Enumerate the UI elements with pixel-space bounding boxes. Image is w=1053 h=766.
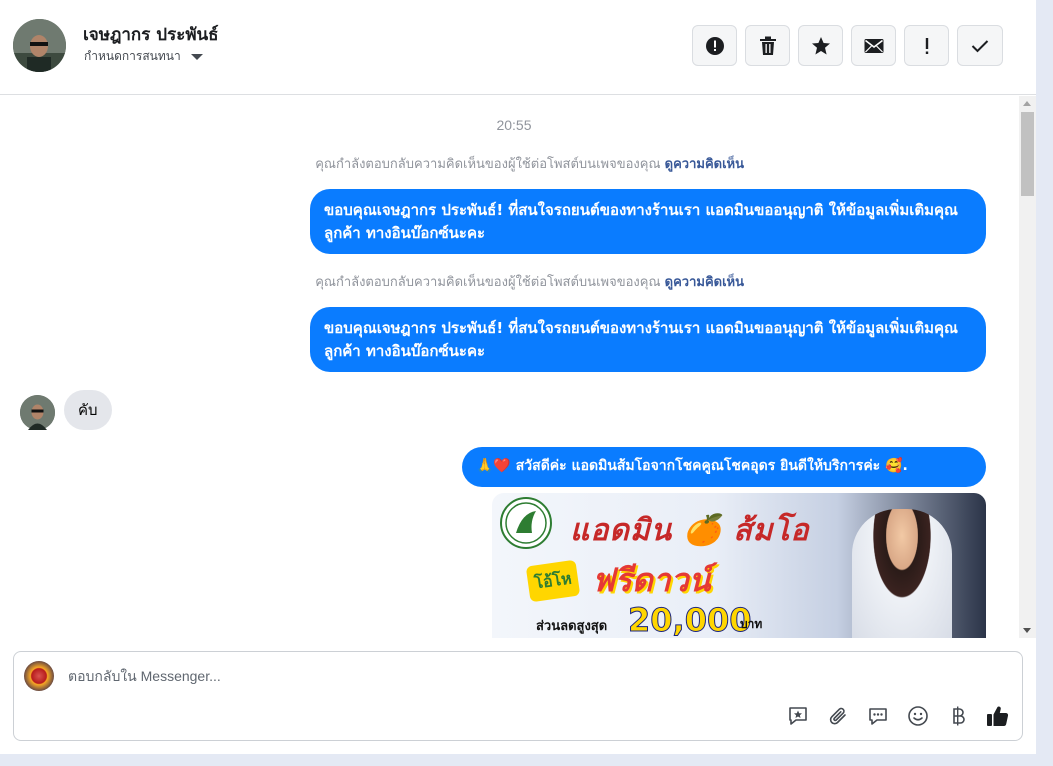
payment-button[interactable] [945, 703, 970, 728]
mark-unread-button[interactable] [851, 25, 896, 66]
promo-amount: 20,000 [627, 601, 752, 639]
attachment-icon [829, 707, 846, 724]
baht-icon [952, 706, 965, 725]
attach-file-button[interactable] [825, 703, 850, 728]
reply-note-text: คุณกำลังตอบกลับความคิดเห็นของผู้ใช้ต่อโพ… [315, 275, 661, 290]
contact-name[interactable]: เจษฎากร ประพันธ์ [83, 21, 219, 48]
promo-burst: โอ้โห [525, 559, 581, 603]
exclamation-icon [925, 37, 928, 54]
promo-person-photo [852, 509, 952, 638]
alert-circle-icon [705, 36, 724, 55]
scroll-down-arrow-icon[interactable] [1023, 628, 1031, 633]
trash-icon [759, 36, 776, 55]
saved-reply-icon [788, 706, 807, 725]
contact-avatar-small[interactable] [20, 395, 55, 430]
reply-context-note: คุณกำลังตอบกลับความคิดเห็นของผู้ใช้ต่อโพ… [315, 153, 744, 174]
view-comment-link[interactable]: ดูความคิดเห็น [665, 275, 744, 290]
message-composer [13, 651, 1023, 741]
contact-avatar[interactable] [13, 19, 66, 72]
scroll-up-arrow-icon[interactable] [1023, 101, 1031, 106]
reply-note-text: คุณกำลังตอบกลับความคิดเห็นของผู้ใช้ต่อโพ… [315, 157, 661, 172]
outgoing-message[interactable]: 🙏❤️ สวัสดีค่ะ แอดมินส้มโอจากโชคคูณโชคอุด… [462, 447, 986, 487]
saved-reply-button[interactable] [785, 703, 810, 728]
thumbs-up-icon [986, 706, 1008, 726]
emoji-icon [907, 705, 928, 726]
thread-scrollbar[interactable] [1019, 96, 1036, 638]
reply-input[interactable] [68, 668, 968, 684]
envelope-icon [864, 38, 883, 53]
checkmark-icon [971, 39, 989, 52]
promo-title: แอดมิน 🍊 ส้มโอ [570, 513, 810, 548]
page-avatar [24, 661, 54, 691]
quick-reply-icon [868, 707, 887, 725]
mark-done-button[interactable] [957, 25, 1003, 66]
emoji-button[interactable] [905, 703, 930, 728]
star-button[interactable] [798, 25, 843, 66]
promo-discount-label: ส่วนลดสูงสุด [536, 619, 608, 634]
conversation-header: เจษฎากร ประพันธ์ กำหนดการสนทนา [0, 0, 1036, 95]
message-thread[interactable]: 20:55 คุณกำลังตอบกลับความคิดเห็นของผู้ใช… [0, 96, 1036, 638]
incoming-message[interactable]: คับ [64, 390, 112, 430]
quick-reply-button[interactable] [865, 703, 890, 728]
message-timestamp: 20:55 [496, 117, 532, 133]
outgoing-message[interactable]: ขอบคุณเจษฎากร ประพันธ์! ที่สนใจรถยนต์ของ… [310, 307, 986, 372]
reply-context-note: คุณกำลังตอบกลับความคิดเห็นของผู้ใช้ต่อโพ… [315, 271, 744, 292]
conversation-panel: เจษฎากร ประพันธ์ กำหนดการสนทนา 20:55 คุณ… [0, 0, 1036, 754]
header-actions [692, 25, 1003, 66]
delete-button[interactable] [745, 25, 790, 66]
mark-spam-button[interactable] [692, 25, 737, 66]
assign-label: กำหนดการสนทนา [84, 49, 181, 63]
scroll-thumb[interactable] [1021, 112, 1034, 196]
assign-conversation-dropdown[interactable]: กำหนดการสนทนา [84, 47, 203, 66]
promo-unit: บาท [740, 617, 763, 631]
promo-headline: ฟรีดาวน์ [592, 561, 711, 599]
promo-image-attachment[interactable]: แอดมิน 🍊 ส้มโอ โอ้โห ฟรีดาวน์ ส่วนลดสูงส… [492, 493, 986, 638]
caret-down-icon [190, 53, 203, 60]
composer-toolbar [785, 703, 1010, 728]
follow-up-button[interactable] [904, 25, 949, 66]
dealer-logo [500, 497, 552, 549]
like-button[interactable] [985, 703, 1010, 728]
view-comment-link[interactable]: ดูความคิดเห็น [665, 157, 744, 172]
star-icon [811, 36, 830, 54]
outgoing-message[interactable]: ขอบคุณเจษฎากร ประพันธ์! ที่สนใจรถยนต์ของ… [310, 189, 986, 254]
